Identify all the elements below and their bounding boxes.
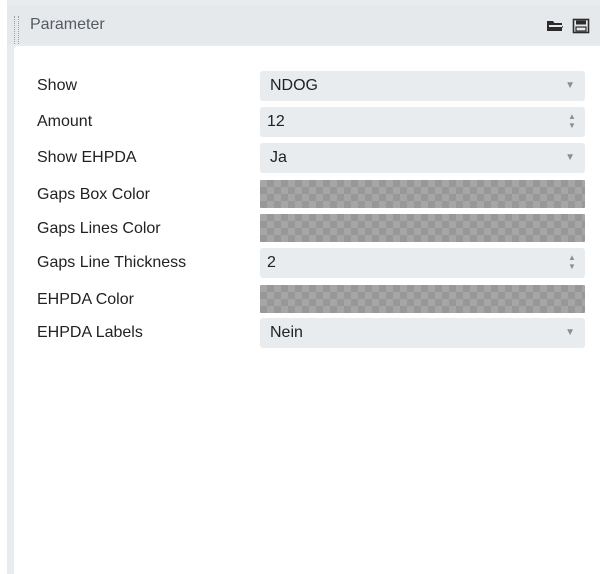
ehpda-labels-select[interactable]: Nein ▼ xyxy=(260,318,585,348)
dropdown-arrow-icon: ▼ xyxy=(565,152,575,163)
panel-header: Parameter xyxy=(7,6,600,44)
param-label: Show xyxy=(37,77,78,94)
param-row-ehpda-labels: EHPDA Labels Nein ▼ xyxy=(14,318,600,348)
save-icon[interactable] xyxy=(572,18,592,34)
param-label: EHPDA Color xyxy=(37,291,134,308)
parameter-list: Show NDOG ▼ Amount 12 ▲ ▼ Show EHPDA Ja ▼ xyxy=(14,46,600,574)
parameter-panel: Parameter Show NDOG ▼ Amount 12 ▲ ▼ Show… xyxy=(7,0,600,574)
gaps-line-thickness-input[interactable]: 2 ▲ ▼ xyxy=(260,248,585,278)
param-label: Gaps Lines Color xyxy=(37,220,161,237)
select-value: NDOG xyxy=(270,77,318,94)
param-row-gaps-box-color: Gaps Box Color xyxy=(14,180,600,210)
select-value: Nein xyxy=(270,324,303,341)
number-value: 12 xyxy=(267,113,285,130)
number-value: 2 xyxy=(267,254,276,271)
panel-title: Parameter xyxy=(30,16,105,33)
param-label: EHPDA Labels xyxy=(37,324,143,341)
param-row-amount: Amount 12 ▲ ▼ xyxy=(14,107,600,137)
spinner-arrows-icon[interactable]: ▲ ▼ xyxy=(568,112,576,132)
amount-input[interactable]: 12 ▲ ▼ xyxy=(260,107,585,137)
param-row-show: Show NDOG ▼ xyxy=(14,71,600,101)
select-value: Ja xyxy=(270,149,287,166)
spinner-arrows-icon[interactable]: ▲ ▼ xyxy=(568,253,576,273)
show-ehpda-select[interactable]: Ja ▼ xyxy=(260,143,585,173)
param-row-gaps-lines-color: Gaps Lines Color xyxy=(14,214,600,244)
param-label: Show EHPDA xyxy=(37,149,137,166)
drag-handle[interactable] xyxy=(14,16,19,44)
show-select[interactable]: NDOG ▼ xyxy=(260,71,585,101)
param-label: Gaps Line Thickness xyxy=(37,254,187,271)
ehpda-color-swatch[interactable] xyxy=(260,285,585,313)
dropdown-arrow-icon: ▼ xyxy=(565,80,575,91)
gaps-lines-color-swatch[interactable] xyxy=(260,214,585,242)
parameter-window: Parameter Show NDOG ▼ Amount 12 ▲ ▼ Show… xyxy=(0,0,600,574)
gaps-box-color-swatch[interactable] xyxy=(260,180,585,208)
param-label: Amount xyxy=(37,113,93,130)
open-folder-icon[interactable] xyxy=(545,18,565,34)
param-label: Gaps Box Color xyxy=(37,186,150,203)
left-edge xyxy=(0,0,7,574)
param-row-gaps-line-thickness: Gaps Line Thickness 2 ▲ ▼ xyxy=(14,248,600,278)
dropdown-arrow-icon: ▼ xyxy=(565,327,575,338)
param-row-ehpda-color: EHPDA Color xyxy=(14,285,600,315)
param-row-show-ehpda: Show EHPDA Ja ▼ xyxy=(14,143,600,173)
